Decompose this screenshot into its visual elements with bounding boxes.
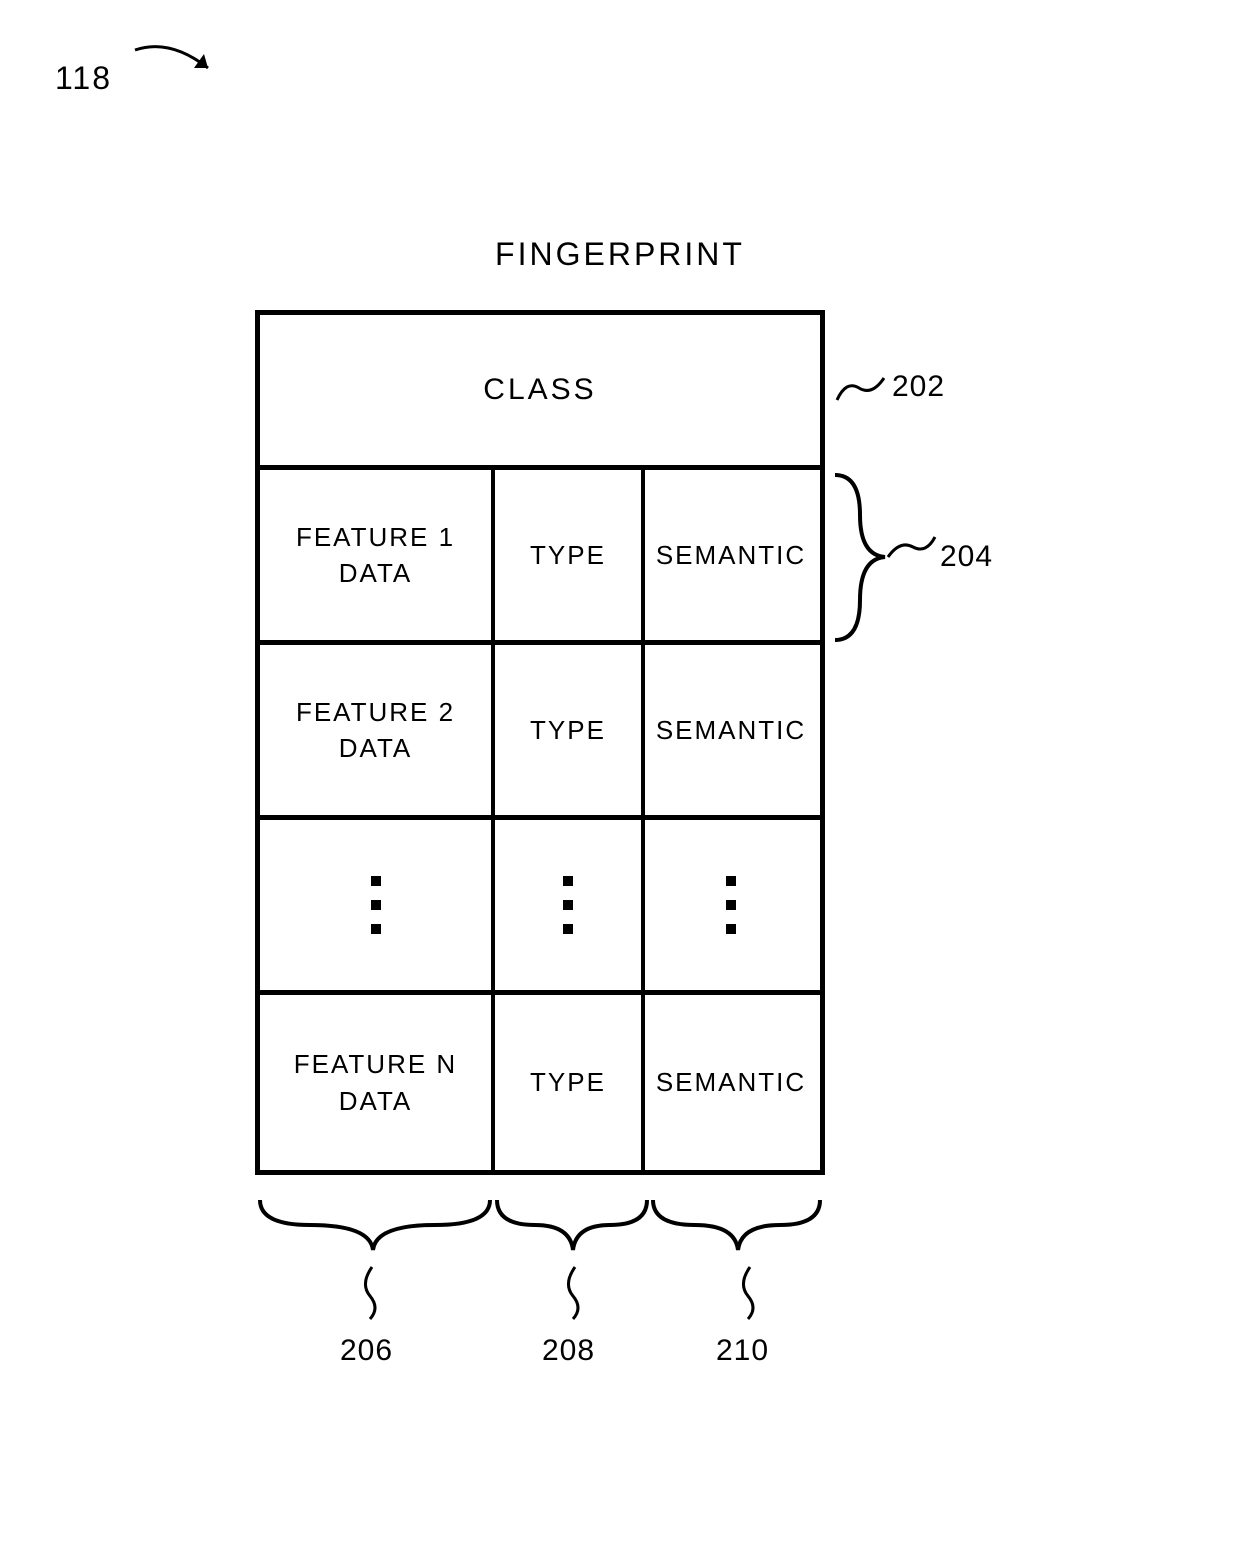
feature-row-1: FEATURE 1DATA TYPE SEMANTIC [260,470,820,645]
ellipsis-row [260,820,820,995]
figure-number-label: 118 [55,60,112,97]
dot-icon [563,924,573,934]
class-row: CLASS [260,315,820,470]
ref-206: 206 [340,1334,393,1368]
feature-row-n: FEATURE NDATA TYPE SEMANTIC [260,995,820,1170]
fingerprint-table: CLASS FEATURE 1DATA TYPE SEMANTIC FEATUR… [255,310,825,1175]
ellipsis-semantic [645,820,817,990]
dot-icon [371,900,381,910]
ellipsis-data [260,820,495,990]
cell-feature1-type: TYPE [495,470,645,640]
dot-icon [563,876,573,886]
ref-204: 204 [940,540,993,574]
leader-206-icon [352,1264,402,1324]
class-label: CLASS [483,373,596,407]
leader-210-icon [730,1264,780,1324]
ref-210: 210 [716,1334,769,1368]
cell-feature1-data: FEATURE 1DATA [260,470,495,640]
figure-arrow-icon [130,38,230,88]
cell-feature2-data: FEATURE 2DATA [260,645,495,815]
cell-feature1-semantic: SEMANTIC [645,470,817,640]
ref-202: 202 [892,370,945,404]
ellipsis-type [495,820,645,990]
dot-icon [726,876,736,886]
bottom-braces-icon [255,1195,835,1265]
dot-icon [371,876,381,886]
cell-feature2-type: TYPE [495,645,645,815]
ref-208: 208 [542,1334,595,1368]
leader-202-icon [834,370,889,410]
cell-feature2-semantic: SEMANTIC [645,645,817,815]
cell-featuren-semantic: SEMANTIC [645,995,817,1170]
cell-featuren-data: FEATURE NDATA [260,995,495,1170]
leader-208-icon [555,1264,605,1324]
dot-icon [371,924,381,934]
dot-icon [563,900,573,910]
diagram-title: FINGERPRINT [0,236,1240,273]
cell-featuren-type: TYPE [495,995,645,1170]
brace-204-icon [830,465,940,650]
feature-row-2: FEATURE 2DATA TYPE SEMANTIC [260,645,820,820]
dot-icon [726,924,736,934]
dot-icon [726,900,736,910]
